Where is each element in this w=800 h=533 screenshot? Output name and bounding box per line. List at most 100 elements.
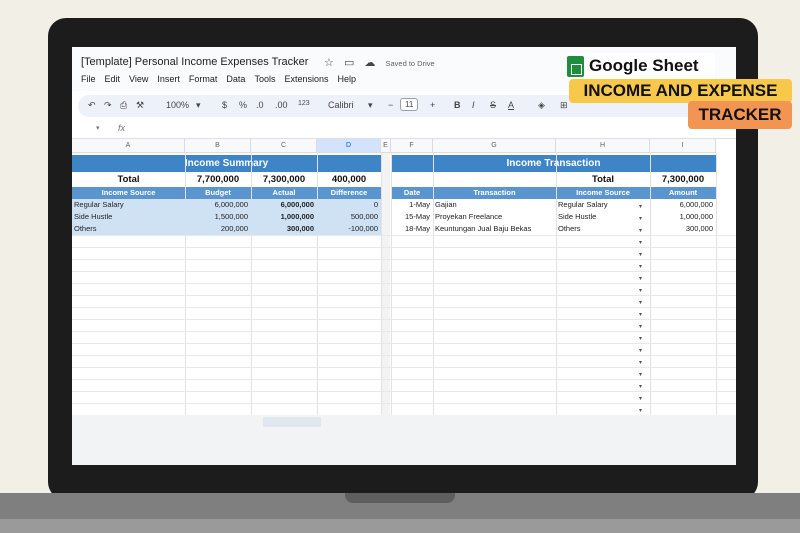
column-header-g[interactable]: G	[433, 139, 556, 153]
decrease-decimal-button[interactable]: .0	[256, 100, 264, 110]
column-header-c[interactable]: C	[251, 139, 317, 153]
income-summary-header-row: Income Source Budget Actual Difference	[72, 187, 381, 199]
dropdown-chevron-icon[interactable]: ▾	[639, 299, 642, 306]
actual-cell: 1,000,000	[280, 212, 314, 221]
budget-cell: 1,500,000	[214, 212, 248, 221]
gridline	[72, 271, 736, 272]
dropdown-chevron-icon[interactable]: ▾	[639, 407, 642, 414]
total-label: Total	[117, 174, 140, 185]
date-cell: 15-May	[404, 212, 430, 221]
dropdown-chevron-icon[interactable]: ▾	[639, 383, 642, 390]
table-row[interactable]: 1-May Gajian Regular Salary 6,000,000	[391, 199, 716, 211]
transaction-cell: Proyekan Freelance	[435, 212, 503, 221]
gridline	[72, 247, 736, 248]
transaction-cell: Gajian	[435, 200, 457, 209]
dropdown-chevron-icon[interactable]: ▾	[639, 287, 642, 294]
column-header-f[interactable]: F	[391, 139, 433, 153]
dropdown-chevron-icon[interactable]: ▾	[639, 251, 642, 258]
decrease-font-size-button[interactable]: −	[388, 100, 393, 110]
amount-cell: 300,000	[685, 224, 713, 233]
difference-cell: 0	[373, 200, 378, 209]
gridline	[72, 355, 736, 356]
print-icon[interactable]: ⎙	[120, 100, 127, 111]
dropdown-chevron-icon[interactable]: ▾	[639, 275, 642, 282]
star-icon[interactable]: ☆	[324, 57, 334, 69]
column-header-b[interactable]: B	[185, 139, 251, 153]
chevron-down-icon[interactable]: ▾	[196, 100, 201, 111]
table-row[interactable]: Side Hustle 1,500,000 1,000,000 500,000	[72, 211, 381, 223]
cloud-saved-icon[interactable]: ☁	[364, 57, 375, 69]
gridline	[72, 391, 736, 392]
font-select[interactable]: Calibri	[328, 100, 354, 110]
fx-icon: fx	[118, 123, 126, 133]
gridline	[72, 379, 736, 380]
column-header-i[interactable]: I	[650, 139, 716, 153]
move-folder-icon[interactable]: ▭	[344, 57, 354, 69]
name-box-chevron-icon[interactable]: ▾	[96, 124, 100, 132]
percent-format-button[interactable]: %	[239, 100, 247, 110]
header-transaction: Transaction	[473, 188, 516, 197]
menu-help[interactable]: Help	[337, 74, 356, 84]
strikethrough-button[interactable]: S	[490, 100, 496, 110]
column-header-h[interactable]: H	[556, 139, 650, 153]
difference-cell: 500,000	[350, 212, 378, 221]
menu-file[interactable]: File	[81, 74, 96, 84]
income-source-select: Side Hustle	[558, 212, 597, 221]
menu-extensions[interactable]: Extensions	[284, 74, 328, 84]
borders-icon[interactable]: ⊞	[560, 100, 568, 111]
dropdown-chevron-icon[interactable]: ▾	[639, 347, 642, 354]
font-size-input[interactable]: 11	[400, 98, 419, 111]
table-row[interactable]: 18-May Keuntungan Jual Baju Bekas Others 30…	[391, 223, 716, 235]
sheet-tab[interactable]	[263, 417, 321, 427]
dropdown-chevron-icon[interactable]: ▾	[639, 323, 642, 330]
dropdown-chevron-icon[interactable]: ▾	[639, 371, 642, 378]
gridline	[72, 319, 736, 320]
undo-icon[interactable]: ↶	[88, 100, 96, 111]
dropdown-chevron-icon[interactable]: ▾	[639, 359, 642, 366]
menu-format[interactable]: Format	[189, 74, 218, 84]
redo-icon[interactable]: ↷	[104, 100, 112, 111]
header-amount: Amount	[668, 188, 698, 197]
fill-color-icon[interactable]: ◈	[538, 100, 545, 111]
google-sheets-logo-icon	[567, 56, 584, 77]
zoom-select[interactable]: 100%	[166, 100, 189, 110]
paint-format-icon[interactable]: ⚒	[136, 100, 144, 111]
header-date: Date	[403, 188, 421, 197]
menu-insert[interactable]: Insert	[157, 74, 180, 84]
menu-tools[interactable]: Tools	[254, 74, 275, 84]
transaction-total-label: Total	[592, 174, 614, 185]
increase-font-size-button[interactable]: +	[430, 100, 435, 110]
dropdown-chevron-icon[interactable]: ▾	[639, 311, 642, 318]
income-source-select: Others	[558, 224, 581, 233]
gridline	[72, 403, 736, 404]
menu-view[interactable]: View	[129, 74, 148, 84]
menu-edit[interactable]: Edit	[105, 74, 121, 84]
gridline	[72, 331, 736, 332]
transaction-cell: Keuntungan Jual Baju Bekas	[435, 224, 532, 233]
menu-data[interactable]: Data	[226, 74, 245, 84]
document-title[interactable]: [Template] Personal Income Expenses Trac…	[81, 56, 308, 68]
table-row[interactable]: Others 200,000 300,000 -100,000	[72, 223, 381, 235]
column-header-d[interactable]: D	[317, 139, 381, 153]
text-color-button[interactable]: A	[508, 100, 514, 110]
dropdown-chevron-icon[interactable]: ▾	[639, 263, 642, 270]
italic-button[interactable]: I	[472, 100, 475, 110]
header-budget: Budget	[205, 188, 231, 197]
bold-button[interactable]: B	[454, 100, 461, 110]
column-header-e[interactable]: E	[381, 139, 391, 153]
table-row[interactable]: Regular Salary 6,000,000 6,000,000 0	[72, 199, 381, 211]
date-cell: 1-May	[409, 200, 430, 209]
increase-decimal-button[interactable]: .00	[275, 100, 288, 110]
font-chevron-down-icon[interactable]: ▾	[368, 100, 373, 111]
dropdown-chevron-icon[interactable]: ▾	[639, 239, 642, 246]
transaction-total-amount: 7,300,000	[661, 174, 705, 185]
total-actual: 7,300,000	[262, 174, 306, 185]
dropdown-chevron-icon[interactable]: ▾	[639, 335, 642, 342]
dropdown-chevron-icon[interactable]: ▾	[639, 395, 642, 402]
number-format-button[interactable]: 123	[298, 100, 310, 107]
currency-format-button[interactable]: $	[222, 100, 227, 110]
total-budget: 7,700,000	[196, 174, 240, 185]
header-difference: Difference	[330, 188, 368, 197]
column-header-a[interactable]: A	[72, 139, 185, 153]
table-row[interactable]: 15-May Proyekan Freelance Side Hustle 1,000…	[391, 211, 716, 223]
